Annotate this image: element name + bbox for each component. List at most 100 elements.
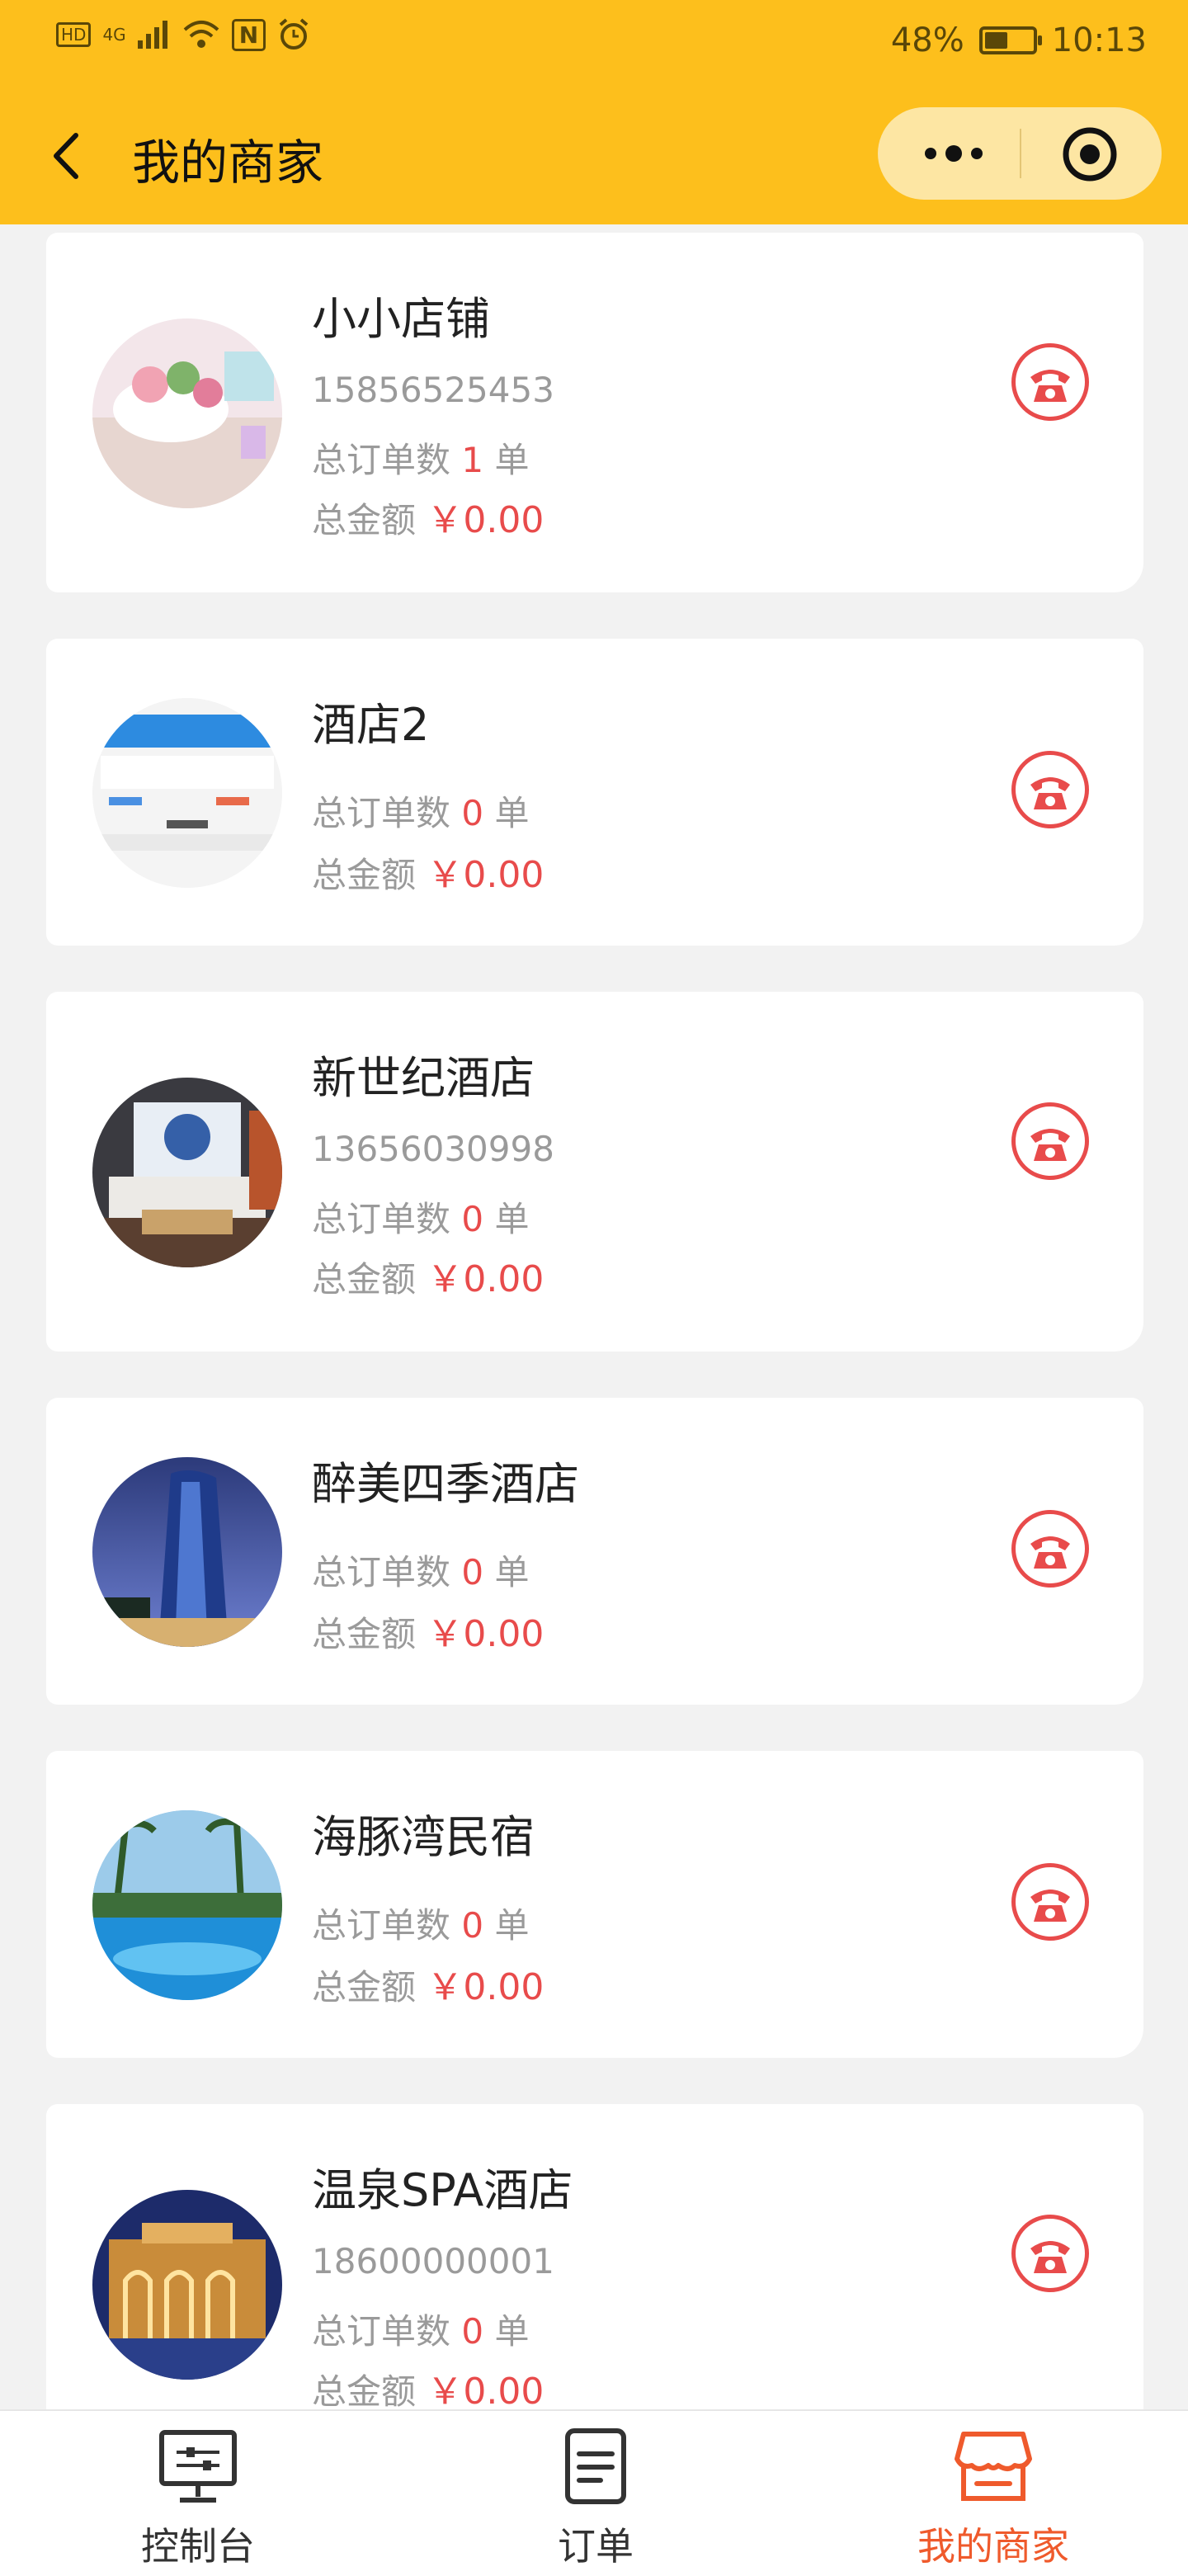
order-count-row: 总订单数 0 单: [312, 786, 529, 836]
tab-orders[interactable]: 订单: [472, 2411, 719, 2576]
hd-indicator: HD: [56, 22, 92, 47]
close-miniprogram-button[interactable]: [1061, 125, 1119, 183]
nfc-icon: N: [231, 18, 266, 51]
order-count-label: 总订单数: [312, 1905, 451, 1946]
call-button[interactable]: [1011, 343, 1089, 421]
tab-label: 控制台: [141, 2524, 255, 2569]
wifi-icon: [183, 21, 219, 48]
telephone-icon: [1030, 777, 1070, 809]
order-count-label: 总订单数: [312, 440, 451, 480]
order-count-unit: 单: [494, 440, 530, 480]
merchant-name: 新世纪酒店: [312, 1052, 535, 1104]
order-count-label: 总订单数: [312, 1199, 451, 1239]
order-count: 0: [461, 1905, 484, 1946]
call-button[interactable]: [1011, 751, 1089, 828]
order-count-label: 总订单数: [312, 793, 451, 833]
merchant-card[interactable]: 醉美四季酒店 总订单数 0 单 总金额 ￥0.00: [46, 1398, 1143, 1705]
merchant-name: 小小店铺: [312, 293, 490, 345]
merchant-card[interactable]: 海豚湾民宿 总订单数 0 单 总金额 ￥0.00: [46, 1751, 1143, 2058]
merchant-name: 温泉SPA酒店: [312, 2164, 573, 2216]
call-button[interactable]: [1011, 1863, 1089, 1941]
amount-value: ￥0.00: [427, 1966, 544, 2008]
header-bar: HD 4G N 48% 10:13 我的商家: [0, 0, 1188, 224]
merchant-name: 醉美四季酒店: [312, 1458, 579, 1510]
merchant-avatar: [92, 698, 282, 888]
telephone-icon: [1030, 370, 1070, 402]
amount-value: ￥0.00: [427, 2371, 544, 2413]
merchant-card[interactable]: 新世纪酒店 13656030998 总订单数 0 单 总金额 ￥0.00: [46, 992, 1143, 1352]
back-button[interactable]: [43, 127, 92, 185]
bottom-tab-bar: 控制台 订单 我的商家: [0, 2409, 1188, 2576]
amount-row: 总金额 ￥0.00: [312, 845, 544, 898]
navbar: 我的商家: [0, 99, 1188, 215]
order-count-unit: 单: [494, 1905, 530, 1946]
tab-dashboard[interactable]: 控制台: [74, 2411, 322, 2576]
amount-label: 总金额: [312, 1259, 417, 1300]
merchant-card[interactable]: 酒店2 总订单数 0 单 总金额 ￥0.00: [46, 639, 1143, 946]
amount-value: ￥0.00: [427, 1613, 544, 1655]
merchant-avatar: [92, 2190, 282, 2380]
amount-row: 总金额 ￥0.00: [312, 1604, 544, 1657]
order-count-row: 总订单数 0 单: [312, 1545, 529, 1595]
telephone-icon: [1030, 2241, 1070, 2273]
amount-row: 总金额 ￥0.00: [312, 1249, 544, 1302]
network-label: 4G: [102, 25, 126, 45]
order-count: 0: [461, 793, 484, 833]
order-count-unit: 单: [494, 1552, 530, 1592]
monitor-icon: [157, 2426, 239, 2508]
order-count: 1: [461, 440, 484, 480]
order-count-unit: 单: [494, 793, 530, 833]
order-count-unit: 单: [494, 2311, 530, 2352]
capsule-divider: [1020, 129, 1021, 178]
call-button[interactable]: [1011, 1510, 1089, 1588]
amount-row: 总金额 ￥0.00: [312, 490, 544, 543]
amount-label: 总金额: [312, 2371, 417, 2412]
amount-row: 总金额 ￥0.00: [312, 2361, 544, 2414]
tab-my-merchants[interactable]: 我的商家: [870, 2411, 1117, 2576]
order-count: 0: [461, 1552, 484, 1592]
order-count-label: 总订单数: [312, 1552, 451, 1592]
telephone-icon: [1030, 1129, 1070, 1161]
target-icon: [1063, 127, 1117, 182]
amount-label: 总金额: [312, 500, 417, 540]
tab-label: 我的商家: [917, 2524, 1069, 2569]
document-icon: [554, 2426, 637, 2508]
merchant-card[interactable]: 小小店铺 15856525453 总订单数 1 单 总金额 ￥0.00: [46, 233, 1143, 592]
merchant-phone: 18600000001: [312, 2241, 554, 2281]
amount-label: 总金额: [312, 1967, 417, 2007]
order-count: 0: [461, 1199, 484, 1239]
page-title: 我的商家: [132, 134, 324, 191]
miniprogram-capsule: [878, 107, 1162, 200]
merchant-phone: 15856525453: [312, 370, 554, 410]
amount-label: 总金额: [312, 855, 417, 895]
order-count-row: 总订单数 1 单: [312, 432, 529, 483]
status-bar: HD 4G N 48% 10:13: [0, 0, 1188, 83]
merchant-avatar: [92, 1457, 282, 1647]
telephone-icon: [1030, 1890, 1070, 1922]
more-button[interactable]: [914, 129, 997, 178]
merchant-avatar: [92, 1810, 282, 2000]
amount-value: ￥0.00: [427, 499, 544, 541]
clock: 10:13: [1051, 21, 1147, 59]
battery-fill: [984, 32, 1007, 49]
merchant-name: 海豚湾民宿: [312, 1811, 535, 1863]
merchant-avatar: [92, 318, 282, 508]
alarm-icon: [279, 18, 309, 50]
call-button[interactable]: [1011, 2215, 1089, 2292]
merchant-name: 酒店2: [312, 699, 430, 751]
store-icon: [952, 2426, 1035, 2508]
amount-value: ￥0.00: [427, 1258, 544, 1300]
order-count-label: 总订单数: [312, 2311, 451, 2352]
order-count-row: 总订单数 0 单: [312, 2304, 529, 2354]
merchant-avatar: [92, 1078, 282, 1267]
chevron-left-icon: [54, 133, 78, 179]
call-button[interactable]: [1011, 1102, 1089, 1180]
battery-icon: [978, 26, 1042, 54]
merchant-phone: 13656030998: [312, 1129, 554, 1169]
signal-icon: [137, 21, 167, 49]
amount-label: 总金额: [312, 1614, 417, 1654]
order-count-row: 总订单数 0 单: [312, 1191, 529, 1242]
order-count-unit: 单: [494, 1199, 530, 1239]
order-count: 0: [461, 2311, 484, 2352]
amount-row: 总金额 ￥0.00: [312, 1957, 544, 2010]
